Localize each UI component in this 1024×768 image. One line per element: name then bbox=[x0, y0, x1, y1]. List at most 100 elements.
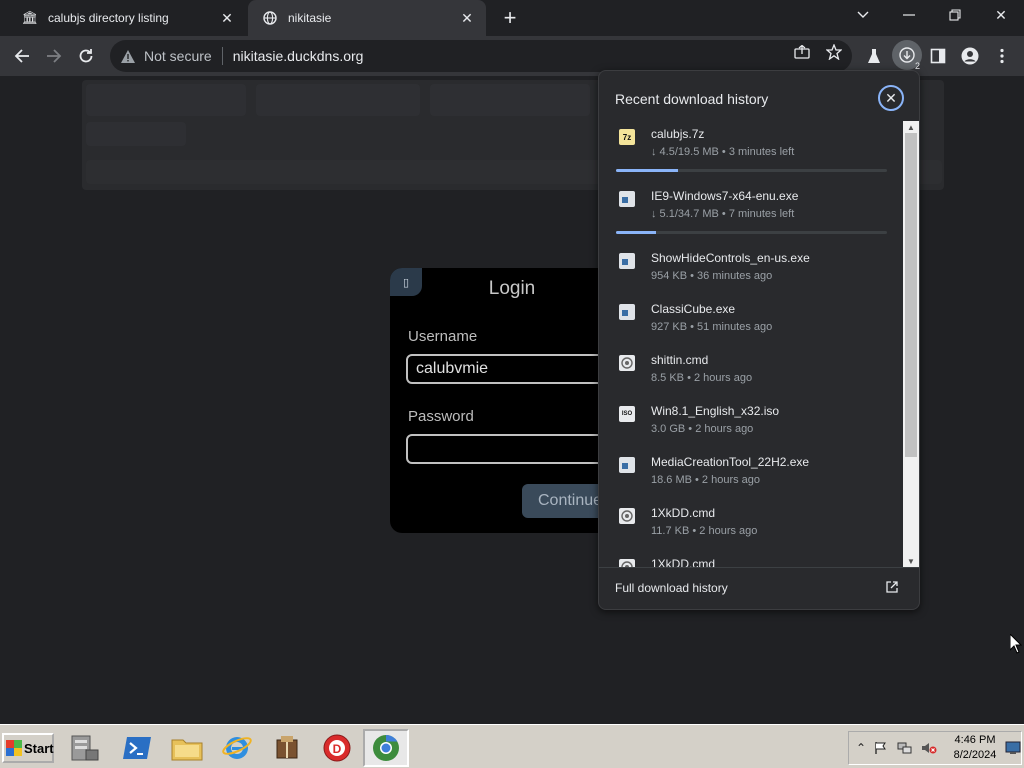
blurred-heading bbox=[86, 122, 186, 146]
download-status: ↓ 4.5/19.5 MB • 3 minutes left bbox=[651, 146, 795, 158]
volume-muted-icon[interactable] bbox=[921, 740, 937, 756]
blurred-nav-item bbox=[430, 84, 590, 116]
download-item[interactable]: 1XkDD.cmd 11.7 KB • 2 hours ago bbox=[599, 500, 903, 551]
close-icon[interactable]: ✕ bbox=[218, 9, 236, 27]
windows-flag-icon bbox=[6, 740, 22, 756]
download-progress-fill bbox=[616, 231, 656, 234]
download-item[interactable]: ClassiCube.exe 927 KB • 51 minutes ago bbox=[599, 296, 903, 347]
exe-file-icon bbox=[619, 253, 635, 269]
download-item[interactable]: MediaCreationTool_22H2.exe 18.6 MB • 2 ho… bbox=[599, 449, 903, 500]
download-item[interactable]: shittin.cmd 8.5 KB • 2 hours ago bbox=[599, 347, 903, 398]
download-status: ↓ 5.1/34.7 MB • 7 minutes left bbox=[651, 208, 795, 220]
server-manager-icon[interactable] bbox=[62, 729, 108, 767]
download-status: 11.7 KB • 2 hours ago bbox=[651, 525, 758, 537]
back-arrow-icon[interactable] bbox=[8, 42, 36, 70]
login-dialog: ▯ Login Username Password Continue bbox=[390, 268, 630, 533]
download-progress-bar bbox=[616, 231, 887, 234]
exe-file-icon bbox=[619, 191, 635, 207]
full-download-history-link[interactable]: Full download history bbox=[599, 567, 919, 609]
download-item[interactable]: 1XkDD.cmd bbox=[599, 551, 903, 567]
username-label: Username bbox=[408, 328, 478, 345]
close-icon[interactable]: ✕ bbox=[458, 9, 476, 27]
cmd-file-icon bbox=[619, 559, 635, 567]
taskbar: Start D ⌃ 4:46 PM 8/2/2024 bbox=[0, 724, 1024, 768]
close-icon[interactable]: ✕ bbox=[878, 85, 904, 111]
username-input[interactable] bbox=[406, 354, 630, 384]
open-external-icon bbox=[884, 579, 900, 595]
show-desktop-icon[interactable] bbox=[1005, 740, 1021, 756]
bookmark-star-icon[interactable] bbox=[822, 42, 846, 62]
address-bar[interactable]: Not secure nikitasie.duckdns.org bbox=[110, 40, 852, 72]
side-panel-icon[interactable] bbox=[924, 42, 952, 70]
close-window-button[interactable]: ✕ bbox=[978, 0, 1024, 30]
not-secure-label[interactable]: Not secure bbox=[144, 48, 212, 64]
chrome-taskbar-icon[interactable] bbox=[363, 729, 409, 767]
download-file-name: calubjs.7z bbox=[651, 127, 705, 141]
address-separator bbox=[221, 47, 223, 65]
download-history-panel: Recent download history ✕ 7z calubjs.7z ↓ … bbox=[598, 70, 920, 610]
download-status: 927 KB • 51 minutes ago bbox=[651, 321, 773, 333]
action-center-flag-icon[interactable] bbox=[873, 740, 889, 756]
network-icon[interactable] bbox=[897, 740, 913, 756]
tab-nikitasie[interactable]: nikitasie ✕ bbox=[248, 0, 486, 36]
restore-button[interactable] bbox=[932, 0, 978, 30]
download-file-name: IE9-Windows7-x64-enu.exe bbox=[651, 189, 799, 203]
download-item[interactable]: 7z calubjs.7z ↓ 4.5/19.5 MB • 3 minutes le… bbox=[599, 121, 903, 183]
tab-title: calubjs directory listing bbox=[48, 11, 169, 25]
exe-file-icon bbox=[619, 457, 635, 473]
cmd-file-icon bbox=[619, 355, 635, 371]
new-tab-button[interactable]: + bbox=[498, 5, 522, 30]
download-file-name: ShowHideControls_en-us.exe bbox=[651, 251, 810, 265]
blurred-nav-item bbox=[256, 84, 420, 116]
start-button[interactable]: Start bbox=[2, 733, 54, 763]
minimize-button[interactable] bbox=[886, 0, 932, 30]
password-label: Password bbox=[408, 408, 474, 425]
download-file-name: 1XkDD.cmd bbox=[651, 557, 716, 567]
share-icon[interactable] bbox=[790, 42, 814, 62]
labs-flask-icon[interactable] bbox=[860, 42, 888, 70]
mouse-cursor-icon bbox=[1010, 634, 1022, 654]
powershell-icon[interactable] bbox=[114, 729, 160, 767]
forward-arrow-icon[interactable] bbox=[40, 42, 68, 70]
download-status: 3.0 GB • 2 hours ago bbox=[651, 423, 754, 435]
password-input[interactable] bbox=[406, 434, 630, 464]
tab-search-chevron-icon[interactable] bbox=[840, 0, 886, 30]
profile-avatar-icon[interactable] bbox=[956, 42, 984, 70]
download-item[interactable]: ShowHideControls_en-us.exe 954 KB • 36 mi… bbox=[599, 245, 903, 296]
file-explorer-icon[interactable] bbox=[164, 729, 210, 767]
bank-icon: 🏛 bbox=[21, 10, 39, 25]
panel-scrollbar[interactable]: ▲ ▼ bbox=[903, 121, 919, 567]
footer-label: Full download history bbox=[615, 581, 728, 595]
show-hidden-icons-chevron-icon[interactable]: ⌃ bbox=[853, 740, 869, 756]
system-tray: ⌃ 4:46 PM 8/2/2024 bbox=[848, 731, 1022, 765]
iso-file-icon: ISO bbox=[619, 406, 635, 422]
download-icon bbox=[899, 47, 915, 63]
scroll-up-arrow-icon[interactable]: ▲ bbox=[906, 122, 916, 132]
exe-file-icon bbox=[619, 304, 635, 320]
start-label: Start bbox=[24, 740, 54, 756]
archive-tool-icon[interactable] bbox=[264, 729, 310, 767]
download-file-name: ClassiCube.exe bbox=[651, 302, 736, 316]
red-circle-app-icon[interactable]: D bbox=[314, 729, 360, 767]
download-list: 7z calubjs.7z ↓ 4.5/19.5 MB • 3 minutes le… bbox=[599, 121, 903, 567]
download-item[interactable]: ISO Win8.1_English_x32.iso 3.0 GB • 2 hour… bbox=[599, 398, 903, 449]
download-status: 8.5 KB • 2 hours ago bbox=[651, 372, 753, 384]
internet-explorer-icon[interactable] bbox=[214, 729, 260, 767]
download-button[interactable]: 2 bbox=[892, 40, 922, 71]
download-file-name: Win8.1_English_x32.iso bbox=[651, 404, 780, 418]
globe-icon bbox=[262, 10, 278, 26]
reload-icon[interactable] bbox=[72, 42, 100, 70]
kebab-menu-icon[interactable] bbox=[988, 42, 1016, 70]
scrollbar-thumb[interactable] bbox=[905, 133, 917, 457]
tab-calubjs-directory[interactable]: 🏛 calubjs directory listing ✕ bbox=[8, 0, 246, 36]
download-status: 18.6 MB • 2 hours ago bbox=[651, 474, 761, 486]
scroll-down-arrow-icon[interactable]: ▼ bbox=[906, 556, 916, 566]
download-progress-bar bbox=[616, 169, 887, 172]
login-title: Login bbox=[488, 278, 536, 299]
clock-time: 4:46 PM bbox=[954, 734, 996, 746]
download-count-badge: 2 bbox=[914, 61, 920, 71]
url-text[interactable]: nikitasie.duckdns.org bbox=[233, 48, 364, 64]
system-clock[interactable]: 4:46 PM 8/2/2024 bbox=[947, 733, 1003, 763]
download-file-name: MediaCreationTool_22H2.exe bbox=[651, 455, 810, 469]
download-item[interactable]: IE9-Windows7-x64-enu.exe ↓ 5.1/34.7 MB • … bbox=[599, 183, 903, 245]
